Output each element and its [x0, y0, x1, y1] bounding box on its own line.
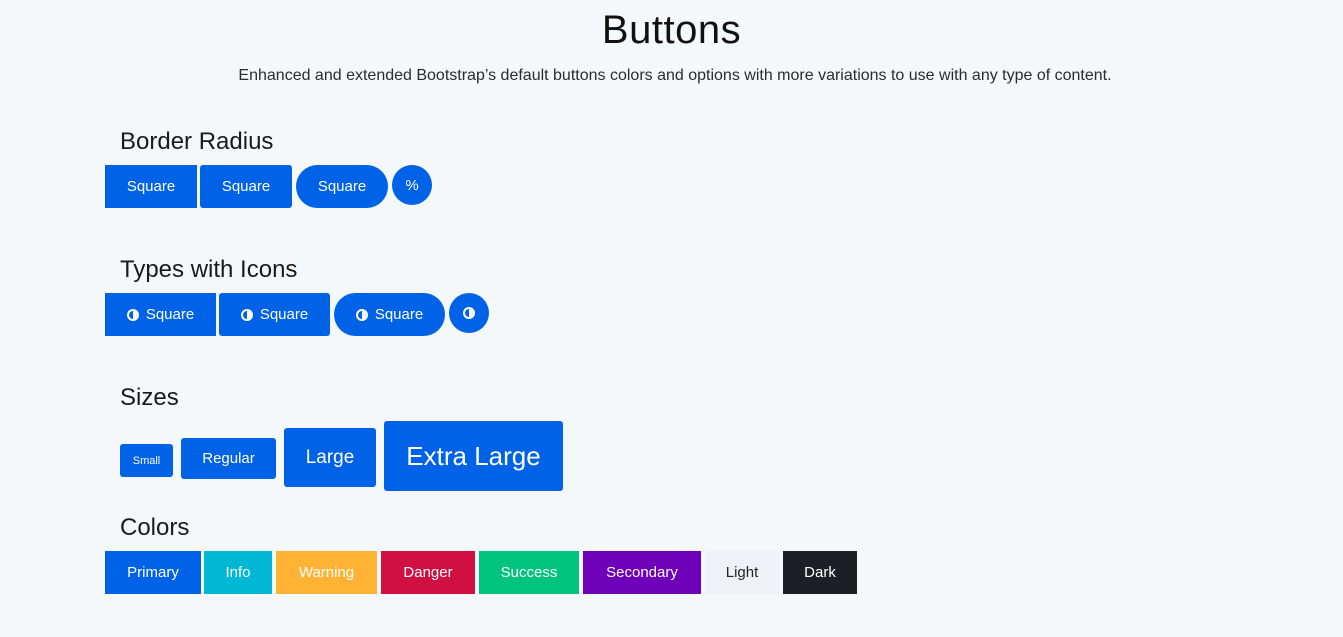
button-label: Small	[132, 454, 161, 467]
small-button[interactable]: Small	[120, 444, 173, 477]
half-circle-icon	[126, 308, 139, 321]
button-label: Light	[725, 564, 759, 581]
button-label: Regular	[202, 450, 255, 467]
icon-square-button-pill[interactable]: Square	[334, 293, 445, 336]
large-button[interactable]: Large	[284, 428, 376, 487]
secondary-button[interactable]: Secondary	[583, 551, 701, 594]
button-label: Square	[126, 178, 176, 195]
button-label: Warning	[298, 564, 355, 581]
button-label: Square	[221, 178, 271, 195]
button-label: Danger	[403, 564, 453, 581]
button-label: Success	[500, 564, 558, 581]
page-title: Buttons	[601, 8, 742, 52]
button-label: Extra Large	[406, 440, 541, 471]
button-label: Large	[305, 446, 355, 468]
button-label: Square	[317, 178, 367, 195]
sizes-title: Sizes	[120, 384, 179, 411]
light-button[interactable]: Light	[705, 551, 779, 594]
square-button-small-radius[interactable]: Square	[200, 165, 292, 208]
square-button-no-radius[interactable]: Square	[105, 165, 197, 208]
primary-button[interactable]: Primary	[105, 551, 201, 594]
icon-square-button-small-radius[interactable]: Square	[219, 293, 330, 336]
button-label: Square	[145, 306, 195, 323]
extra-large-button[interactable]: Extra Large	[384, 421, 563, 491]
half-circle-icon	[355, 308, 368, 321]
border-radius-title: Border Radius	[120, 128, 274, 155]
success-button[interactable]: Success	[479, 551, 579, 594]
button-label: Primary	[127, 564, 179, 581]
half-circle-icon	[240, 308, 253, 321]
page-subtitle: Enhanced and extended Bootstrap’s defaul…	[238, 67, 1112, 84]
button-label: Square	[259, 306, 309, 323]
button-label: Dark	[804, 564, 836, 581]
square-button-pill[interactable]: Square	[296, 165, 388, 208]
button-label: %	[405, 176, 419, 194]
danger-button[interactable]: Danger	[381, 551, 475, 594]
button-label: Square	[374, 306, 424, 323]
info-button[interactable]: Info	[204, 551, 272, 594]
icon-only-button-circle[interactable]	[449, 293, 489, 333]
dark-button[interactable]: Dark	[783, 551, 857, 594]
types-with-icons-title: Types with Icons	[120, 256, 298, 283]
button-label: Secondary	[606, 564, 678, 581]
warning-button[interactable]: Warning	[276, 551, 377, 594]
icon-square-button-no-radius[interactable]: Square	[105, 293, 216, 336]
colors-title: Colors	[120, 514, 190, 541]
regular-button[interactable]: Regular	[181, 438, 276, 479]
percent-button-circle[interactable]: %	[392, 165, 432, 205]
button-label: Info	[225, 564, 251, 581]
half-circle-icon	[463, 307, 475, 319]
